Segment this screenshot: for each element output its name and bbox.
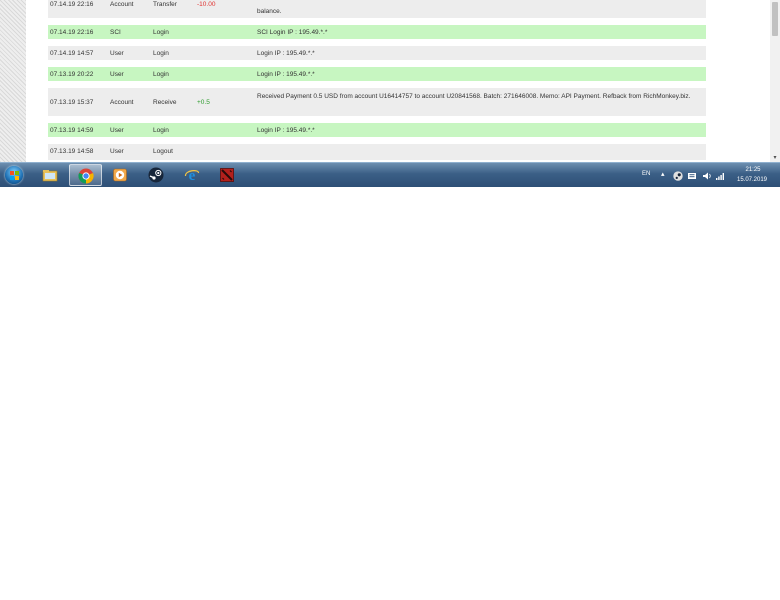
row-description: SCI Login IP : 195.49.*.* xyxy=(257,29,328,36)
row-action: Transfer xyxy=(153,1,177,8)
row-amount: +0.5 xyxy=(197,99,210,106)
browser-viewport: 07.14.19 22:16 Account Transfer -10.00 b… xyxy=(0,0,770,162)
vertical-scrollbar[interactable]: ▾ xyxy=(770,0,780,162)
row-type: Account xyxy=(110,1,134,8)
row-date: 07.14.19 22:16 xyxy=(50,1,94,8)
steam-tray-icon[interactable] xyxy=(673,171,683,181)
language-indicator[interactable]: EN xyxy=(642,171,650,177)
row-date: 07.14.19 14:57 xyxy=(50,50,94,57)
taskbar-media-player[interactable] xyxy=(104,164,137,186)
row-action: Receive xyxy=(153,99,177,106)
table-row: 07.13.19 20:22 User Login Login IP : 195… xyxy=(48,67,706,83)
row-date: 07.13.19 20:22 xyxy=(50,71,94,78)
taskbar-internet-explorer[interactable]: e xyxy=(176,164,209,186)
taskbar-explorer[interactable] xyxy=(34,164,67,186)
table-row: 07.13.19 14:59 User Login Login IP : 195… xyxy=(48,123,706,139)
page-background-left xyxy=(0,0,26,162)
row-description: Login IP : 195.49.*.* xyxy=(257,50,315,57)
scroll-down-arrow-icon[interactable]: ▾ xyxy=(770,154,780,162)
row-type: User xyxy=(110,127,124,134)
row-action: Login xyxy=(153,50,169,57)
row-type: SCI xyxy=(110,29,121,36)
windows-logo-icon xyxy=(5,166,23,184)
row-date: 07.14.19 22:16 xyxy=(50,29,94,36)
explorer-icon xyxy=(42,170,58,182)
row-action: Login xyxy=(153,71,169,78)
media-player-icon xyxy=(113,168,127,182)
network-signal-icon[interactable] xyxy=(715,171,725,181)
table-row: 07.13.19 14:58 User Logout xyxy=(48,144,706,162)
clock-date[interactable]: 15.07.2019 xyxy=(732,177,772,183)
start-button[interactable] xyxy=(3,164,27,186)
page-background-right xyxy=(744,0,770,162)
taskbar-dota2[interactable] xyxy=(211,164,244,186)
volume-icon[interactable] xyxy=(702,171,712,181)
table-row: 07.14.19 22:16 SCI Login SCI Login IP : … xyxy=(48,25,706,41)
row-date: 07.13.19 14:59 xyxy=(50,127,94,134)
row-description: Login IP : 195.49.*.* xyxy=(257,71,315,78)
table-row: 07.14.19 22:16 Account Transfer -10.00 b… xyxy=(48,0,706,20)
clock-time[interactable]: 21:25 xyxy=(738,167,768,173)
scrollbar-thumb[interactable] xyxy=(772,2,778,36)
row-date: 07.13.19 15:37 xyxy=(50,99,94,106)
row-action: Login xyxy=(153,29,169,36)
system-tray: EN ▴ 21:25 15.07.2019 xyxy=(636,163,780,187)
internet-explorer-icon: e xyxy=(184,168,200,183)
row-action: Logout xyxy=(153,148,173,155)
show-hidden-icons-icon[interactable]: ▴ xyxy=(661,170,665,178)
table-row: 07.14.19 14:57 User Login Login IP : 195… xyxy=(48,46,706,62)
taskbar: e EN ▴ 21:25 15.07.2019 xyxy=(0,162,780,187)
row-type: User xyxy=(110,148,124,155)
row-action: Login xyxy=(153,127,169,134)
row-description: Login IP : 195.49.*.* xyxy=(257,127,315,134)
row-type: Account xyxy=(110,99,134,106)
chrome-icon xyxy=(78,168,94,184)
row-type: User xyxy=(110,71,124,78)
steam-icon xyxy=(148,167,164,183)
action-center-icon[interactable] xyxy=(687,171,697,181)
dota2-icon xyxy=(220,168,234,182)
row-description: balance. xyxy=(257,8,282,15)
taskbar-steam[interactable] xyxy=(140,164,173,186)
screen: 07.14.19 22:16 Account Transfer -10.00 b… xyxy=(0,0,780,187)
table-row: 07.13.19 15:37 Account Receive +0.5 Rece… xyxy=(48,88,706,118)
row-amount: -10.00 xyxy=(197,1,216,8)
row-date: 07.13.19 14:58 xyxy=(50,148,94,155)
row-type: User xyxy=(110,50,124,57)
row-description: Received Payment 0.5 USD from account U1… xyxy=(257,93,691,100)
taskbar-chrome[interactable] xyxy=(69,164,102,186)
